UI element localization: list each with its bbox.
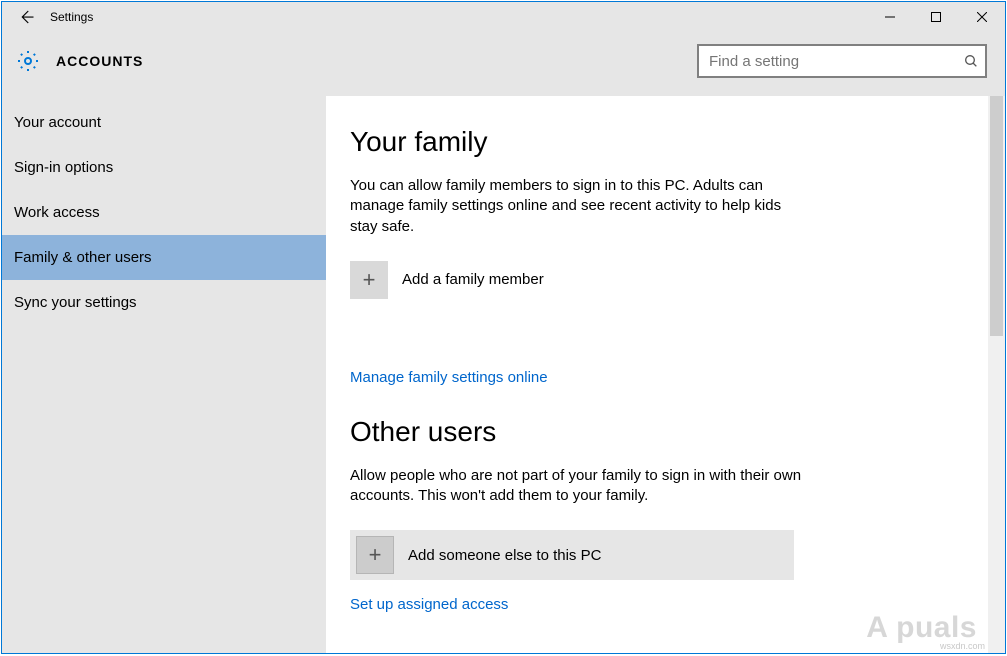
- content: Your family You can allow family members…: [326, 96, 988, 653]
- plus-icon: +: [350, 261, 388, 299]
- add-family-member-button[interactable]: + Add a family member: [350, 261, 794, 299]
- sidebar: Your account Sign-in options Work access…: [2, 96, 326, 653]
- header-left: ACCOUNTS: [16, 49, 143, 73]
- section-family-desc: You can allow family members to sign in …: [350, 176, 810, 237]
- close-button[interactable]: [959, 2, 1005, 32]
- body: Your account Sign-in options Work access…: [2, 96, 1005, 653]
- sidebar-item-work-access[interactable]: Work access: [2, 190, 326, 235]
- header-row: ACCOUNTS: [2, 32, 1005, 96]
- spacer: [350, 580, 964, 596]
- vertical-scrollbar[interactable]: [988, 96, 1005, 653]
- spacer: [350, 386, 964, 416]
- close-icon: [977, 12, 987, 22]
- plus-icon: +: [356, 536, 394, 574]
- window-controls: [867, 2, 1005, 32]
- scroll-thumb[interactable]: [990, 96, 1003, 336]
- search-wrap: [697, 44, 987, 78]
- section-other-heading: Other users: [350, 416, 964, 448]
- assigned-access-link[interactable]: Set up assigned access: [350, 596, 964, 613]
- titlebar: Settings: [2, 2, 1005, 32]
- manage-family-link[interactable]: Manage family settings online: [350, 369, 964, 386]
- sidebar-item-sync-settings[interactable]: Sync your settings: [2, 280, 326, 325]
- sidebar-item-your-account[interactable]: Your account: [2, 100, 326, 145]
- arrow-left-icon: [17, 8, 35, 26]
- content-wrap: Your family You can allow family members…: [326, 96, 1005, 653]
- maximize-button[interactable]: [913, 2, 959, 32]
- window-title: Settings: [50, 10, 93, 24]
- sidebar-item-signin-options[interactable]: Sign-in options: [2, 145, 326, 190]
- search-input[interactable]: [697, 44, 987, 78]
- section-other-desc: Allow people who are not part of your fa…: [350, 466, 810, 507]
- minimize-icon: [885, 12, 895, 22]
- sidebar-item-family-other-users[interactable]: Family & other users: [2, 235, 326, 280]
- spacer: [350, 299, 964, 369]
- settings-window: Settings ACCOUNTS Your account Sign-in: [1, 1, 1006, 654]
- minimize-button[interactable]: [867, 2, 913, 32]
- maximize-icon: [931, 12, 941, 22]
- gear-icon: [16, 49, 40, 73]
- add-other-user-button[interactable]: + Add someone else to this PC: [350, 530, 794, 580]
- titlebar-left: Settings: [2, 2, 93, 32]
- add-other-label: Add someone else to this PC: [408, 547, 601, 564]
- section-family-heading: Your family: [350, 126, 964, 158]
- breadcrumb: ACCOUNTS: [56, 53, 143, 69]
- back-button[interactable]: [2, 2, 50, 32]
- add-family-label: Add a family member: [402, 271, 544, 288]
